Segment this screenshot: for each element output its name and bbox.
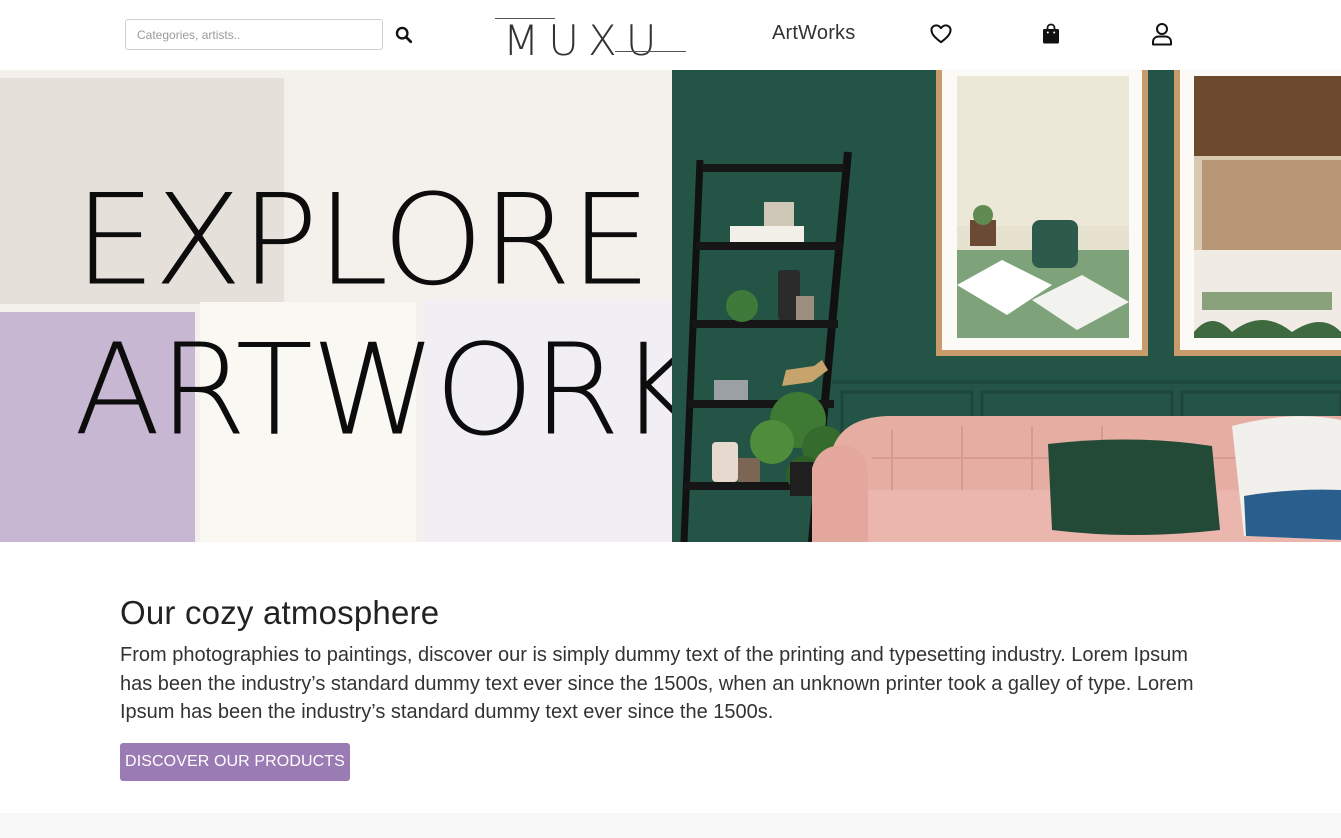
hero-interior-photo <box>672 70 1341 542</box>
hero-collage-panel: EXPLORE ARTWORK . <box>0 70 672 542</box>
site-logo[interactable]: MUXU <box>495 10 686 62</box>
section-description: From photographies to paintings, discove… <box>120 644 1194 723</box>
footer-strip <box>0 813 1341 838</box>
account-button[interactable] <box>1150 22 1174 46</box>
nav-link-artworks[interactable]: ArtWorks <box>772 22 855 45</box>
section-title: Our cozy atmosphere <box>120 594 440 631</box>
hero-title-line2: ARTWORK . <box>74 317 672 542</box>
search-button[interactable] <box>393 24 415 46</box>
living-room-image <box>672 70 1341 542</box>
hero-banner: EXPLORE ARTWORK . <box>0 70 1341 542</box>
wishlist-button[interactable] <box>929 22 953 46</box>
cart-button[interactable] <box>1039 22 1063 46</box>
logo-line-bottom <box>615 51 686 52</box>
user-icon <box>1152 23 1172 46</box>
site-header: MUXU ArtWorks <box>0 0 1341 70</box>
shopping-bag-icon <box>1043 23 1059 44</box>
hero-title-line1: EXPLORE <box>74 167 652 314</box>
search-input[interactable] <box>125 19 383 50</box>
search-icon <box>395 26 413 44</box>
logo-text: MUXU <box>503 16 666 65</box>
discover-products-button[interactable]: DISCOVER OUR PRODUCTS <box>120 743 350 781</box>
heart-icon <box>930 24 952 44</box>
